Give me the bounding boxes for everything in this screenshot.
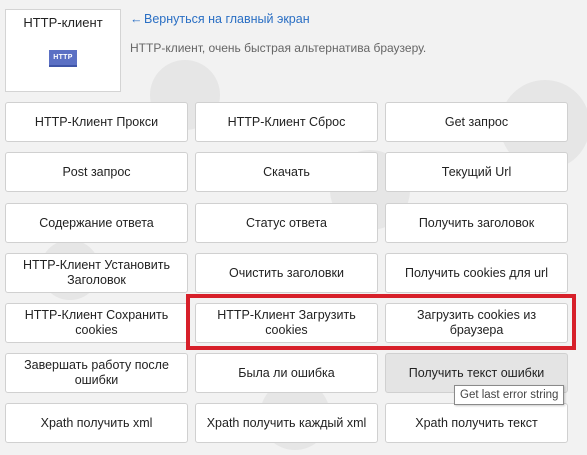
action-button[interactable]: Получить заголовок xyxy=(385,203,568,243)
http-icon: HTTP xyxy=(49,50,77,67)
action-button[interactable]: Xpath получить xml xyxy=(5,403,188,443)
action-button[interactable]: Очистить заголовки xyxy=(195,253,378,293)
action-button[interactable]: Скачать xyxy=(195,152,378,192)
action-button[interactable]: Была ли ошибка xyxy=(195,353,378,393)
action-button[interactable]: HTTP-Клиент Прокси xyxy=(5,102,188,142)
action-button[interactable]: HTTP-Клиент Сохранить cookies xyxy=(5,303,188,343)
action-button[interactable]: HTTP-Клиент Загрузить cookies xyxy=(195,303,378,343)
action-button[interactable]: Xpath получить текст xyxy=(385,403,568,443)
tooltip: Get last error string xyxy=(454,385,565,405)
page-description: HTTP-клиент, очень быстрая альтернатива … xyxy=(130,41,427,55)
action-button[interactable]: Xpath получить каждый xml xyxy=(195,403,378,443)
action-button[interactable]: Завершать работу после ошибки xyxy=(5,353,188,393)
action-button[interactable]: Загрузить cookies из браузера xyxy=(385,303,568,343)
action-button[interactable]: Текущий Url xyxy=(385,152,568,192)
action-button[interactable]: HTTP-Клиент Установить Заголовок xyxy=(5,253,188,293)
back-link-label: Вернуться на главный экран xyxy=(144,12,310,26)
action-button[interactable]: Получить cookies для url xyxy=(385,253,568,293)
app-tile: HTTP-клиент HTTP xyxy=(5,9,121,92)
action-button[interactable]: HTTP-Клиент Сброс xyxy=(195,102,378,142)
tile-title: HTTP-клиент xyxy=(23,15,103,30)
action-button[interactable]: Post запрос xyxy=(5,152,188,192)
back-arrow-icon: ← xyxy=(130,12,143,26)
action-button[interactable]: Статус ответа xyxy=(195,203,378,243)
action-button[interactable]: Содержание ответа xyxy=(5,203,188,243)
action-button[interactable]: Get запрос xyxy=(385,102,568,142)
back-to-main-link[interactable]: ← Вернуться на главный экран xyxy=(130,12,310,26)
